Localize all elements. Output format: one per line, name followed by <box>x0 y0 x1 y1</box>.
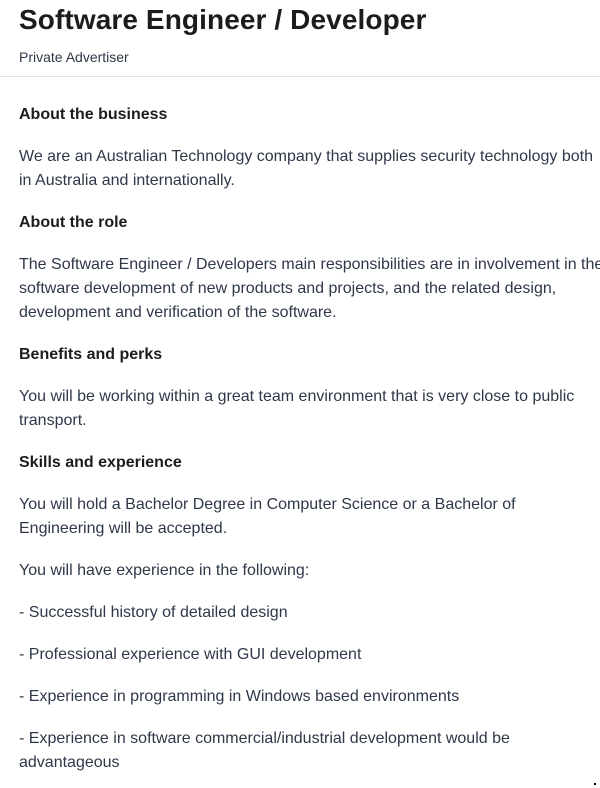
advertiser-name: Private Advertiser <box>19 49 129 65</box>
paragraph-about-role: The Software Engineer / Developers main … <box>19 256 600 321</box>
section-heading-about-business: About the business <box>19 106 168 123</box>
job-description: About the business We are an Australian … <box>0 103 600 775</box>
job-header: Software Engineer / Developer Private Ad… <box>0 0 600 77</box>
list-item: - Experience in programming in Windows b… <box>19 688 460 705</box>
paragraph-skills-intro: You will have experience in the followin… <box>19 562 310 579</box>
paragraph-skills-degree: You will hold a Bachelor Degree in Compu… <box>19 496 516 537</box>
list-item: - Experience in software commercial/indu… <box>19 730 510 771</box>
list-item: - Professional experience with GUI devel… <box>19 646 362 663</box>
paragraph-benefits: You will be working within a great team … <box>19 388 575 429</box>
job-title: Software Engineer / Developer <box>19 4 427 35</box>
list-item: - Successful history of detailed design <box>19 604 288 621</box>
section-heading-about-role: About the role <box>19 214 128 231</box>
section-heading-skills: Skills and experience <box>19 454 182 471</box>
section-heading-benefits: Benefits and perks <box>19 346 163 363</box>
paragraph-about-business: We are an Australian Technology company … <box>19 148 593 189</box>
stray-dot <box>594 783 596 785</box>
